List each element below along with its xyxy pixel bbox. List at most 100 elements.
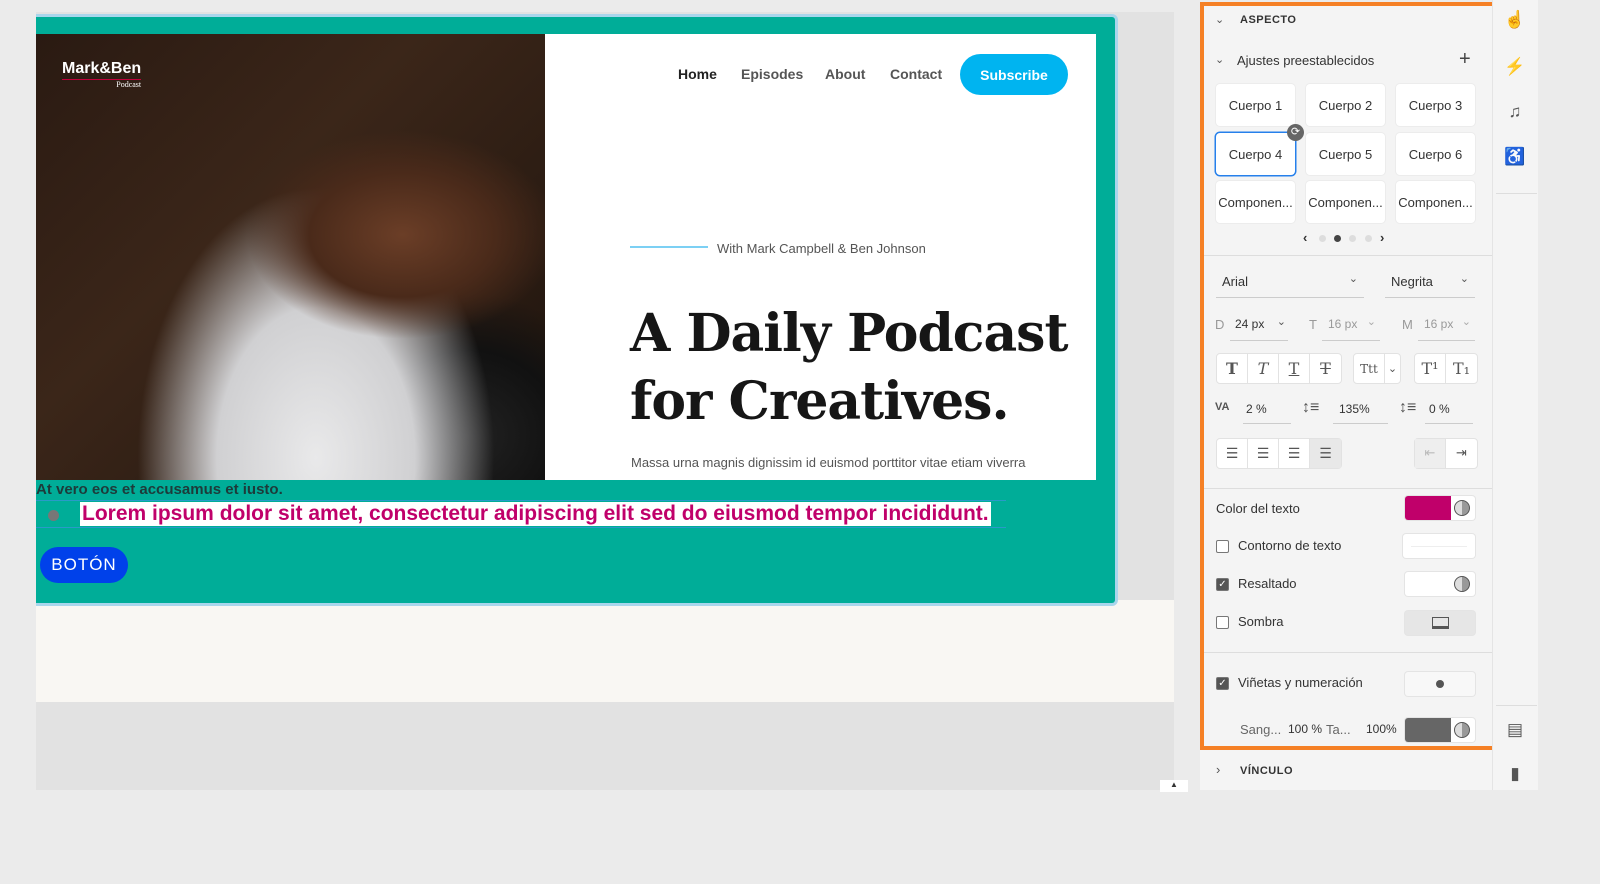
underline-icon[interactable]: T [1279,354,1310,383]
site-logo[interactable]: Mark&Ben Podcast [62,60,142,89]
color-picker-icon[interactable] [1454,500,1470,516]
preset-cuerpo-4[interactable]: Cuerpo 4 [1216,133,1295,175]
preset-cuerpo-6[interactable]: Cuerpo 6 [1396,133,1475,175]
selected-list-item[interactable]: Lorem ipsum dolor sit amet, consectetur … [36,500,1006,528]
font-value: Arial [1222,274,1249,289]
highlight-swatch[interactable] [1405,572,1475,596]
case-group: Ttt ⌄ [1353,353,1401,384]
color-picker-icon[interactable] [1454,576,1470,592]
text-color-label: Color del texto [1216,501,1300,516]
preset-component-2[interactable]: Componen... [1306,181,1385,223]
next-page-icon[interactable]: › [1380,230,1384,245]
highlight-checkbox[interactable]: ✓ [1216,578,1229,591]
chevron-down-icon: ⌄ [1366,316,1376,328]
section-vinculo[interactable]: VÍNCULO [1240,765,1293,777]
tablet-size-select[interactable]: 16 px ⌄ [1322,313,1380,341]
align-justify-icon[interactable]: ☰ [1310,439,1341,468]
subscript-icon[interactable]: T₁ [1446,354,1477,383]
preset-cuerpo-5[interactable]: Cuerpo 5 [1306,133,1385,175]
boton-button[interactable]: BOTÓN [40,547,128,583]
chevron-down-icon[interactable]: ⌄ [1385,354,1400,383]
hero-body-text: Massa urna magnis dignissim id euismod p… [631,455,1026,470]
preset-cuerpo-2[interactable]: Cuerpo 2 [1306,84,1385,126]
page-dot[interactable] [1349,235,1356,242]
bullets-checkbox[interactable]: ✓ [1216,677,1229,690]
bullet-color-swatch[interactable] [1405,718,1475,742]
animation-icon[interactable]: ⚡ [1503,57,1527,77]
divider [1204,488,1492,489]
shadow-icon [1432,617,1449,629]
desktop-size-value: 24 px [1235,317,1265,331]
font-weight-select[interactable]: Negrita ⌄ [1385,270,1475,298]
paragraph-spacing-input[interactable]: 0 % [1425,400,1473,424]
desktop-size-select[interactable]: 24 px ⌄ [1230,313,1288,341]
presets-label[interactable]: Ajustes preestablecidos [1237,53,1374,68]
interaction-icon[interactable]: ☝ [1503,10,1527,30]
nav-about[interactable]: About [825,66,865,82]
refresh-icon[interactable]: ⟳ [1287,124,1304,141]
bullet-size-value[interactable]: 100% [1366,722,1397,736]
bullet-icon [48,510,59,521]
shadow-checkbox[interactable] [1216,616,1229,629]
bullet-style-select[interactable] [1405,672,1475,696]
logo-name: Mark&Ben [62,60,142,77]
outline-label: Contorno de texto [1238,538,1342,553]
accessibility-icon[interactable]: ♿ [1503,147,1527,167]
align-center-icon[interactable]: ☰ [1248,439,1279,468]
indent-value[interactable]: 100 % [1288,722,1322,736]
preset-cuerpo-1[interactable]: Cuerpo 1 [1216,84,1295,126]
nav-episodes[interactable]: Episodes [741,66,803,82]
bullets-label: Viñetas y numeración [1238,675,1363,690]
weight-value: Negrita [1391,274,1433,289]
tracking-input[interactable]: 2 % [1243,400,1291,424]
tracking-icon: VA [1215,401,1230,413]
nav-contact[interactable]: Contact [890,66,942,82]
chevron-down-icon[interactable]: ⌄ [1215,53,1224,66]
tablet-size-value: 16 px [1328,317,1358,331]
tagline-rule [630,246,708,248]
line-height-select[interactable]: 135% [1333,400,1388,424]
page-dot-active[interactable] [1334,235,1341,242]
panel-layout-icon[interactable]: ▤ [1503,720,1527,740]
outline-swatch[interactable] [1403,534,1475,558]
chevron-right-icon[interactable]: › [1216,762,1220,777]
shadow-settings-button[interactable] [1405,611,1475,635]
strikethrough-icon[interactable]: T [1310,354,1341,383]
add-preset-icon[interactable]: + [1459,48,1471,71]
scroll-up-icon[interactable]: ▲ [1160,780,1188,792]
bold-icon[interactable]: T [1217,354,1248,383]
nav-home[interactable]: Home [678,66,717,82]
font-family-select[interactable]: Arial ⌄ [1216,270,1364,298]
italic-icon[interactable]: T [1248,354,1279,383]
divider [1496,193,1537,194]
align-left-icon[interactable]: ☰ [1217,439,1248,468]
text-case-icon[interactable]: Ttt [1354,354,1385,383]
headline-line-2: for Creatives. [630,371,1010,432]
preset-cuerpo-3[interactable]: Cuerpo 3 [1396,84,1475,126]
divider [1204,652,1492,653]
desktop-size-label: D [1215,317,1225,332]
text-at-vero[interactable]: At vero eos et accusamus et iusto. [36,481,283,498]
indent-label: Sang... [1240,722,1282,737]
page-icon[interactable]: ▮ [1503,764,1527,784]
align-right-icon[interactable]: ☰ [1279,439,1310,468]
page-dot[interactable] [1319,235,1326,242]
preset-component-3[interactable]: Componen... [1396,181,1475,223]
color-picker-icon[interactable] [1454,722,1470,738]
lorem-text[interactable]: Lorem ipsum dolor sit amet, consectetur … [80,502,991,526]
page-dot[interactable] [1365,235,1372,242]
prev-page-icon[interactable]: ‹ [1303,230,1307,245]
highlight-label: Resaltado [1238,576,1297,591]
section-aspecto[interactable]: ASPECTO [1240,14,1296,26]
subscribe-button[interactable]: Subscribe [960,54,1068,95]
music-icon[interactable]: ♫ [1503,102,1527,122]
outline-checkbox[interactable] [1216,540,1229,553]
chevron-down-icon[interactable]: ⌄ [1215,13,1224,26]
paragraph-spacing-icon: ↕≡ [1399,399,1417,416]
preset-component-1[interactable]: Componen... [1216,181,1295,223]
outdent-icon[interactable]: ⇤ [1415,439,1446,468]
text-color-swatch[interactable] [1405,496,1475,520]
superscript-icon[interactable]: T¹ [1415,354,1446,383]
indent-icon[interactable]: ⇥ [1446,439,1477,468]
mobile-size-select[interactable]: 16 px ⌄ [1418,313,1475,341]
